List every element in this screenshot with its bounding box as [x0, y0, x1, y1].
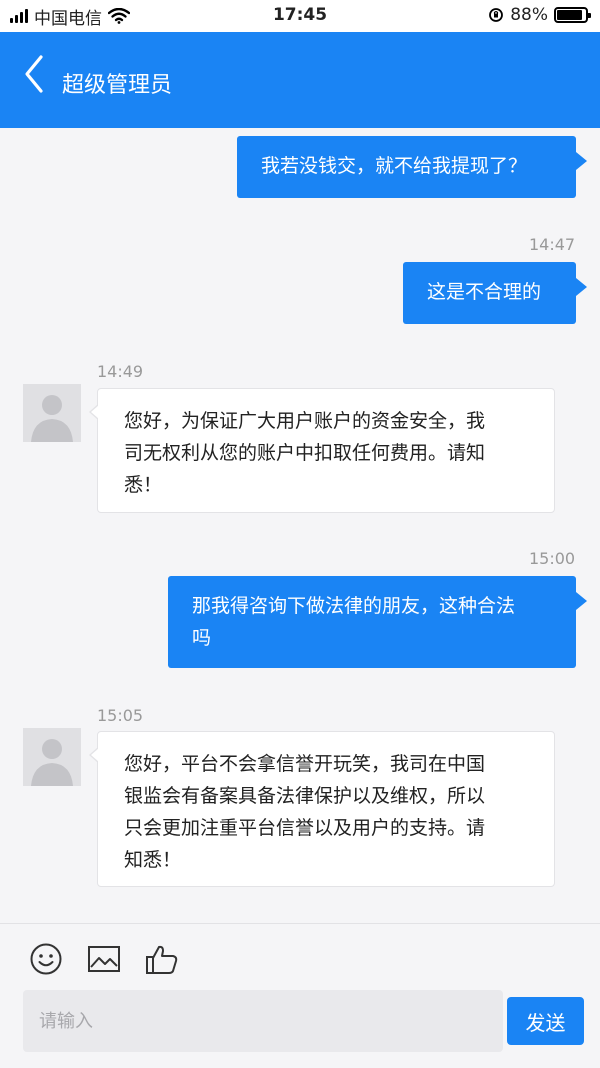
- message-timestamp: 15:05: [97, 706, 144, 725]
- send-button[interactable]: 发送: [507, 997, 584, 1045]
- status-bar: 中国电信 17:45 88%: [0, 0, 600, 32]
- incoming-message[interactable]: 您好，为保证广大用户账户的资金安全，我 司无权利从您的账户中扣取任何费用。请知 …: [89, 388, 555, 513]
- message-line: 悉！: [124, 474, 163, 496]
- outgoing-message[interactable]: 那我得咨询下做法律的朋友，这种合法 吗: [168, 576, 587, 668]
- battery-icon: [554, 7, 591, 23]
- message-line: 您好，为保证广大用户账户的资金安全，我: [124, 410, 486, 432]
- message-line: 只会更加注重平台信誉以及用户的支持。请: [124, 817, 486, 839]
- orientation-lock-icon: [489, 8, 504, 22]
- image-icon[interactable]: [87, 942, 121, 976]
- avatar[interactable]: [23, 384, 81, 442]
- chevron-left-icon[interactable]: [22, 54, 46, 94]
- composer: 发送: [0, 923, 600, 1068]
- message-line: 司无权利从您的账户中扣取任何费用。请知: [124, 442, 486, 464]
- message-input[interactable]: [23, 990, 503, 1052]
- thumbs-up-icon[interactable]: [145, 942, 179, 976]
- status-right: 88%: [488, 5, 591, 25]
- chat-area[interactable]: 我若没钱交，就不给我提现了？ 14:47 这是不合理的 14:49 您好，为保证…: [0, 128, 600, 923]
- message-line: 知悉！: [124, 849, 182, 871]
- smiley-icon[interactable]: [29, 942, 63, 976]
- outgoing-message[interactable]: 这是不合理的: [403, 262, 587, 324]
- battery-percent: 88%: [510, 5, 548, 25]
- message-text: 我若没钱交，就不给我提现了？: [261, 155, 528, 177]
- message-line: 吗: [192, 627, 212, 649]
- message-line: 那我得咨询下做法律的朋友，这种合法: [192, 595, 516, 617]
- message-timestamp: 15:00: [529, 549, 576, 568]
- message-text: 这是不合理的: [427, 281, 542, 303]
- page-title: 超级管理员: [62, 73, 173, 98]
- user-silhouette-icon: [31, 395, 73, 442]
- outgoing-message[interactable]: 我若没钱交，就不给我提现了？: [237, 136, 587, 198]
- message-timestamp: 14:47: [529, 235, 576, 254]
- incoming-message[interactable]: 您好，平台不会拿信誉开玩笑，我司在中国 银监会有备案具备法律保护以及维权，所以 …: [89, 731, 555, 887]
- message-line: 银监会有备案具备法律保护以及维权，所以: [124, 785, 486, 807]
- user-silhouette-icon: [31, 739, 73, 786]
- message-line: 您好，平台不会拿信誉开玩笑，我司在中国: [124, 753, 486, 775]
- message-timestamp: 14:49: [97, 362, 144, 381]
- nav-bar: 超级管理员: [0, 32, 600, 128]
- avatar[interactable]: [23, 728, 81, 786]
